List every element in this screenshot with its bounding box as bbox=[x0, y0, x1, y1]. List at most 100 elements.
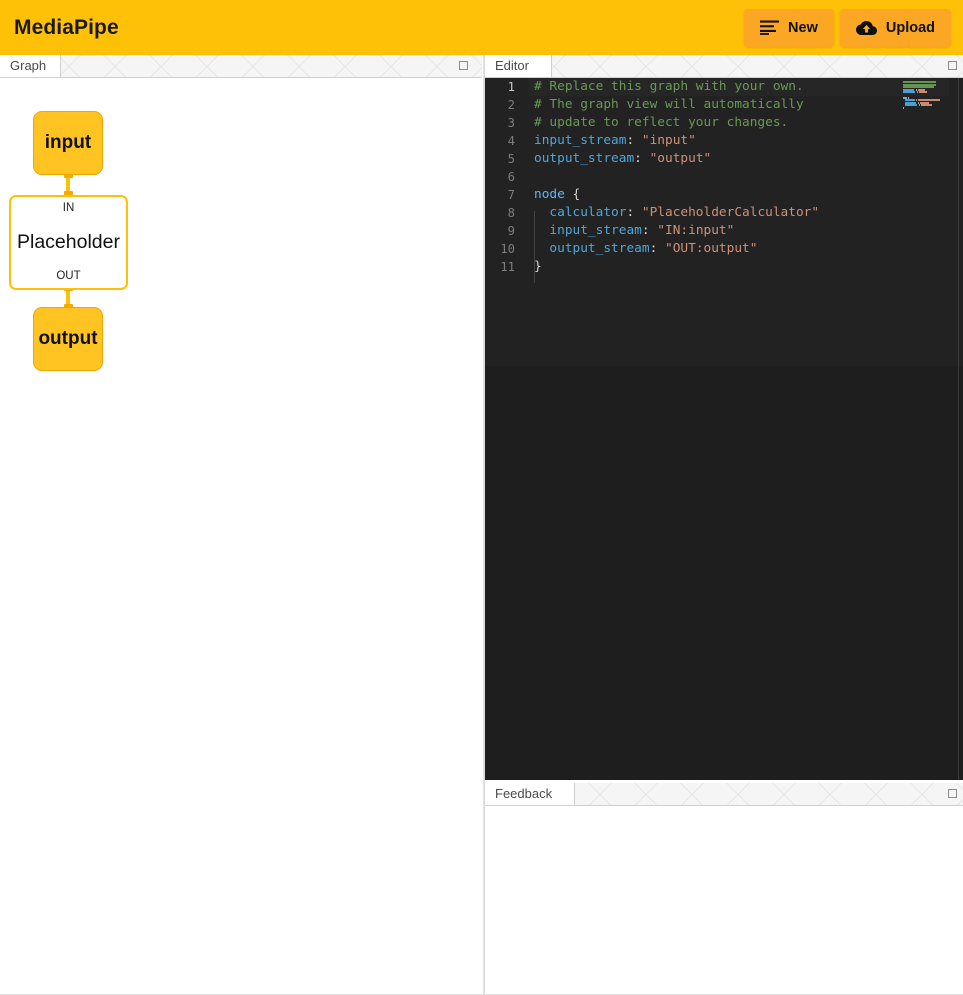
code-line[interactable]: 5output_stream: "output" bbox=[485, 150, 949, 168]
graph-panel: Graph input IN Placeholder OUT output bbox=[0, 55, 484, 995]
code-text[interactable]: input_stream: "IN:input" bbox=[529, 222, 949, 240]
code-line[interactable]: 7node { bbox=[485, 186, 949, 204]
editor-panel: Editor 1 # Replace this graph with your o… bbox=[485, 55, 963, 781]
code-text[interactable]: output_stream: "output" bbox=[529, 150, 949, 168]
code-editor[interactable]: 1 # Replace this graph with your own. 2 # T… bbox=[485, 78, 963, 781]
line-number: 3 bbox=[485, 114, 529, 132]
code-text[interactable]: calculator: "PlaceholderCalculator" bbox=[529, 204, 949, 222]
code-token: "OUT:output" bbox=[665, 241, 757, 256]
new-button-label: New bbox=[788, 20, 818, 36]
editor-scrollbar[interactable] bbox=[958, 78, 959, 781]
code-token: } bbox=[534, 259, 542, 274]
feedback-panel: Feedback bbox=[485, 783, 963, 995]
header-actions: New Upload bbox=[744, 9, 951, 47]
feedback-maximize-icon[interactable] bbox=[947, 788, 959, 800]
minimap-token bbox=[917, 91, 918, 93]
graph-canvas[interactable]: input IN Placeholder OUT output bbox=[0, 78, 484, 995]
code-text[interactable]: output_stream: "OUT:output" bbox=[529, 240, 949, 258]
code-token: "PlaceholderCalculator" bbox=[642, 205, 819, 220]
code-token: # update to reflect your changes. bbox=[534, 115, 788, 130]
tab-feedback-label: Feedback bbox=[495, 786, 552, 801]
tab-graph-label: Graph bbox=[10, 58, 46, 73]
code-token: output_stream bbox=[534, 151, 634, 166]
line-number: 5 bbox=[485, 150, 529, 168]
code-line[interactable]: 9 input_stream: "IN:input" bbox=[485, 222, 949, 240]
tab-editor-label: Editor bbox=[495, 58, 529, 73]
code-token: "IN:input" bbox=[657, 223, 734, 238]
editor-tabstrip: Editor bbox=[485, 55, 963, 78]
code-line[interactable]: 3 # update to reflect your changes. bbox=[485, 114, 949, 132]
code-line[interactable]: 8 calculator: "PlaceholderCalculator" bbox=[485, 204, 949, 222]
code-line[interactable]: 10 output_stream: "OUT:output" bbox=[485, 240, 949, 258]
tab-editor[interactable]: Editor bbox=[485, 55, 552, 77]
code-token: calculator bbox=[534, 205, 626, 220]
editor-maximize-icon[interactable] bbox=[947, 60, 959, 72]
minimap-token bbox=[903, 91, 915, 93]
code-minimap[interactable] bbox=[903, 81, 955, 109]
code-text[interactable]: } bbox=[529, 258, 949, 276]
app-header: MediaPipe New Upload bbox=[0, 0, 963, 55]
code-token: # The graph view will automatically bbox=[534, 97, 804, 112]
code-text[interactable]: # The graph view will automatically bbox=[529, 96, 949, 114]
code-token: "input" bbox=[642, 133, 696, 148]
code-token: : bbox=[642, 223, 657, 238]
line-number: 6 bbox=[485, 168, 529, 186]
graph-tabstrip: Graph bbox=[0, 55, 484, 78]
upload-button[interactable]: Upload bbox=[840, 9, 951, 47]
graph-node-input[interactable]: input bbox=[33, 111, 103, 175]
code-token: "output" bbox=[650, 151, 712, 166]
code-line[interactable]: 2 # The graph view will automatically bbox=[485, 96, 949, 114]
code-text[interactable]: # Replace this graph with your own. bbox=[529, 78, 949, 96]
graph-node-placeholder[interactable]: IN Placeholder OUT bbox=[9, 195, 128, 290]
cloud-upload-icon bbox=[856, 20, 877, 36]
code-content-area[interactable]: 1 # Replace this graph with your own. 2 # T… bbox=[485, 78, 963, 366]
code-line[interactable]: 6 bbox=[485, 168, 949, 186]
code-token: : bbox=[650, 241, 665, 256]
graph-node-placeholder-out-label: OUT bbox=[56, 271, 80, 283]
minimap-token bbox=[919, 91, 927, 93]
code-text[interactable] bbox=[529, 168, 949, 186]
line-number: 8 bbox=[485, 204, 529, 222]
code-line[interactable]: 1 # Replace this graph with your own. bbox=[485, 78, 949, 96]
code-text[interactable]: node { bbox=[529, 186, 949, 204]
graph-node-output[interactable]: output bbox=[33, 307, 103, 371]
code-lines[interactable]: 1 # Replace this graph with your own. 2 # T… bbox=[485, 78, 949, 276]
code-line[interactable]: 4input_stream: "input" bbox=[485, 132, 949, 150]
code-token: : bbox=[626, 133, 641, 148]
feedback-content bbox=[485, 806, 963, 995]
code-text[interactable]: # update to reflect your changes. bbox=[529, 114, 949, 132]
code-token: : bbox=[626, 205, 641, 220]
tab-graph[interactable]: Graph bbox=[0, 55, 61, 77]
code-token: input_stream bbox=[534, 223, 642, 238]
line-number: 11 bbox=[485, 258, 529, 276]
code-line[interactable]: 11} bbox=[485, 258, 949, 276]
graph-node-placeholder-in-label: IN bbox=[63, 203, 75, 215]
minimap-line bbox=[903, 107, 955, 109]
minimap-token bbox=[903, 107, 904, 109]
line-number: 10 bbox=[485, 240, 529, 258]
line-number: 9 bbox=[485, 222, 529, 240]
tab-feedback[interactable]: Feedback bbox=[485, 783, 575, 805]
line-number: 1 bbox=[485, 78, 529, 96]
code-token: input_stream bbox=[534, 133, 626, 148]
new-button[interactable]: New bbox=[744, 9, 834, 47]
code-token: : bbox=[634, 151, 649, 166]
minimap-token bbox=[905, 104, 917, 106]
code-token: { bbox=[565, 187, 580, 202]
code-text[interactable]: input_stream: "input" bbox=[529, 132, 949, 150]
line-number: 4 bbox=[485, 132, 529, 150]
menu-lines-icon bbox=[760, 20, 779, 35]
upload-button-label: Upload bbox=[886, 20, 935, 36]
app-title: MediaPipe bbox=[14, 17, 119, 38]
code-token: output_stream bbox=[534, 241, 650, 256]
indent-guide bbox=[534, 211, 535, 283]
code-token: # Replace this graph with your own. bbox=[534, 79, 804, 94]
graph-node-placeholder-label: Placeholder bbox=[17, 233, 120, 253]
line-number: 2 bbox=[485, 96, 529, 114]
minimap-token bbox=[919, 104, 920, 106]
line-number: 7 bbox=[485, 186, 529, 204]
graph-maximize-icon[interactable] bbox=[458, 60, 470, 72]
feedback-tabstrip: Feedback bbox=[485, 783, 963, 806]
graph-node-output-label: output bbox=[38, 328, 97, 350]
graph-node-input-label: input bbox=[45, 132, 91, 154]
